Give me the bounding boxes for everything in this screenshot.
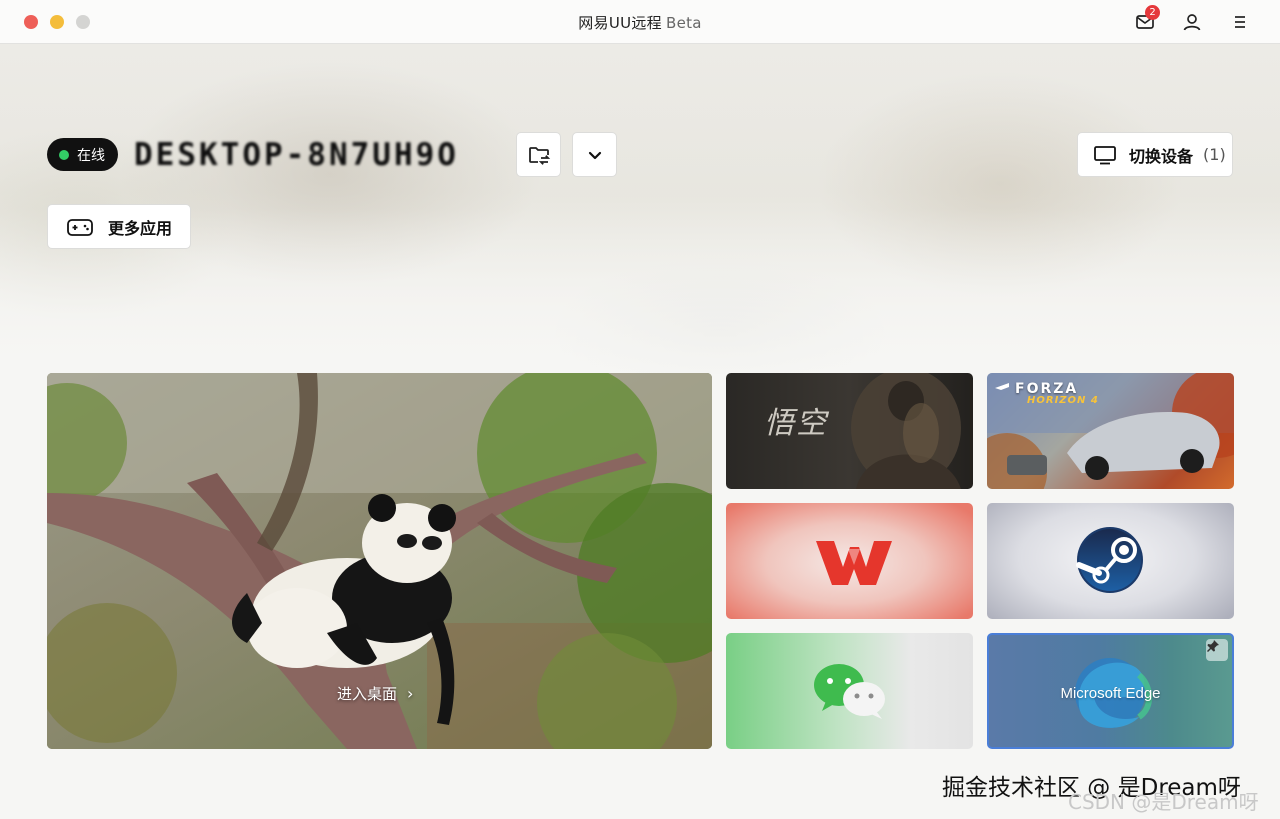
file-transfer-button[interactable] bbox=[516, 132, 561, 177]
app-tile-wps[interactable] bbox=[726, 503, 973, 619]
app-title-beta: Beta bbox=[665, 14, 702, 32]
wukong-title: 悟空 bbox=[764, 406, 828, 441]
app-tile-microsoft-edge[interactable]: Microsoft Edge bbox=[987, 633, 1234, 749]
online-status-badge: 在线 bbox=[47, 138, 118, 171]
watermark-csdn: CSDN @是Dream呀 bbox=[1068, 790, 1259, 814]
switch-device-count: (1) bbox=[1203, 145, 1226, 164]
wechat-logo-icon bbox=[814, 664, 885, 719]
user-icon[interactable] bbox=[1181, 11, 1203, 33]
app-title-text: 网易UU远程 bbox=[578, 14, 662, 32]
wps-logo-icon bbox=[816, 541, 892, 585]
enter-desktop-card[interactable]: 进入桌面 › bbox=[47, 373, 712, 749]
device-name: DESKTOP-8N7UH9O bbox=[134, 137, 459, 173]
enter-desktop-label: 进入桌面 bbox=[337, 685, 398, 703]
app-tile-wechat[interactable] bbox=[726, 633, 973, 749]
forza-subtitle: HORIZON 4 bbox=[1027, 395, 1099, 406]
app-title: 网易UU远程 Beta bbox=[0, 12, 1280, 33]
menu-icon[interactable] bbox=[1229, 11, 1251, 33]
monitor-icon bbox=[1094, 145, 1116, 164]
pin-icon bbox=[1207, 640, 1219, 652]
online-dot-icon bbox=[59, 149, 69, 160]
mail-badge: 2 bbox=[1145, 5, 1160, 20]
switch-device-label: 切换设备 bbox=[1129, 146, 1194, 166]
switch-device-button[interactable]: 切换设备 (1) bbox=[1077, 132, 1233, 177]
hero-overlay bbox=[0, 44, 1280, 374]
device-dropdown-button[interactable] bbox=[572, 132, 617, 177]
edge-label: Microsoft Edge bbox=[1060, 685, 1161, 702]
gamepad-icon bbox=[67, 218, 93, 236]
online-status-label: 在线 bbox=[77, 147, 105, 164]
pin-button[interactable] bbox=[1206, 639, 1228, 661]
app-tile-forza-horizon-4[interactable]: FORZA HORIZON 4 bbox=[987, 373, 1234, 489]
folder-transfer-icon bbox=[528, 146, 550, 165]
title-bar: 网易UU远程 Beta 2 bbox=[0, 0, 1280, 44]
app-window: 网易UU远程 Beta 2 在线 DESKTOP-8N7UH9O 切换设备 (1… bbox=[0, 0, 1280, 819]
app-tile-steam[interactable] bbox=[987, 503, 1234, 619]
more-apps-label: 更多应用 bbox=[108, 218, 173, 238]
more-apps-button[interactable]: 更多应用 bbox=[47, 204, 191, 249]
chevron-down-icon bbox=[588, 151, 601, 159]
steam-logo-icon bbox=[1076, 527, 1143, 593]
enter-desktop-link[interactable]: 进入桌面 › bbox=[337, 683, 413, 704]
app-tile-wukong[interactable]: 悟空 bbox=[726, 373, 973, 489]
chevron-right-icon: › bbox=[407, 684, 414, 703]
